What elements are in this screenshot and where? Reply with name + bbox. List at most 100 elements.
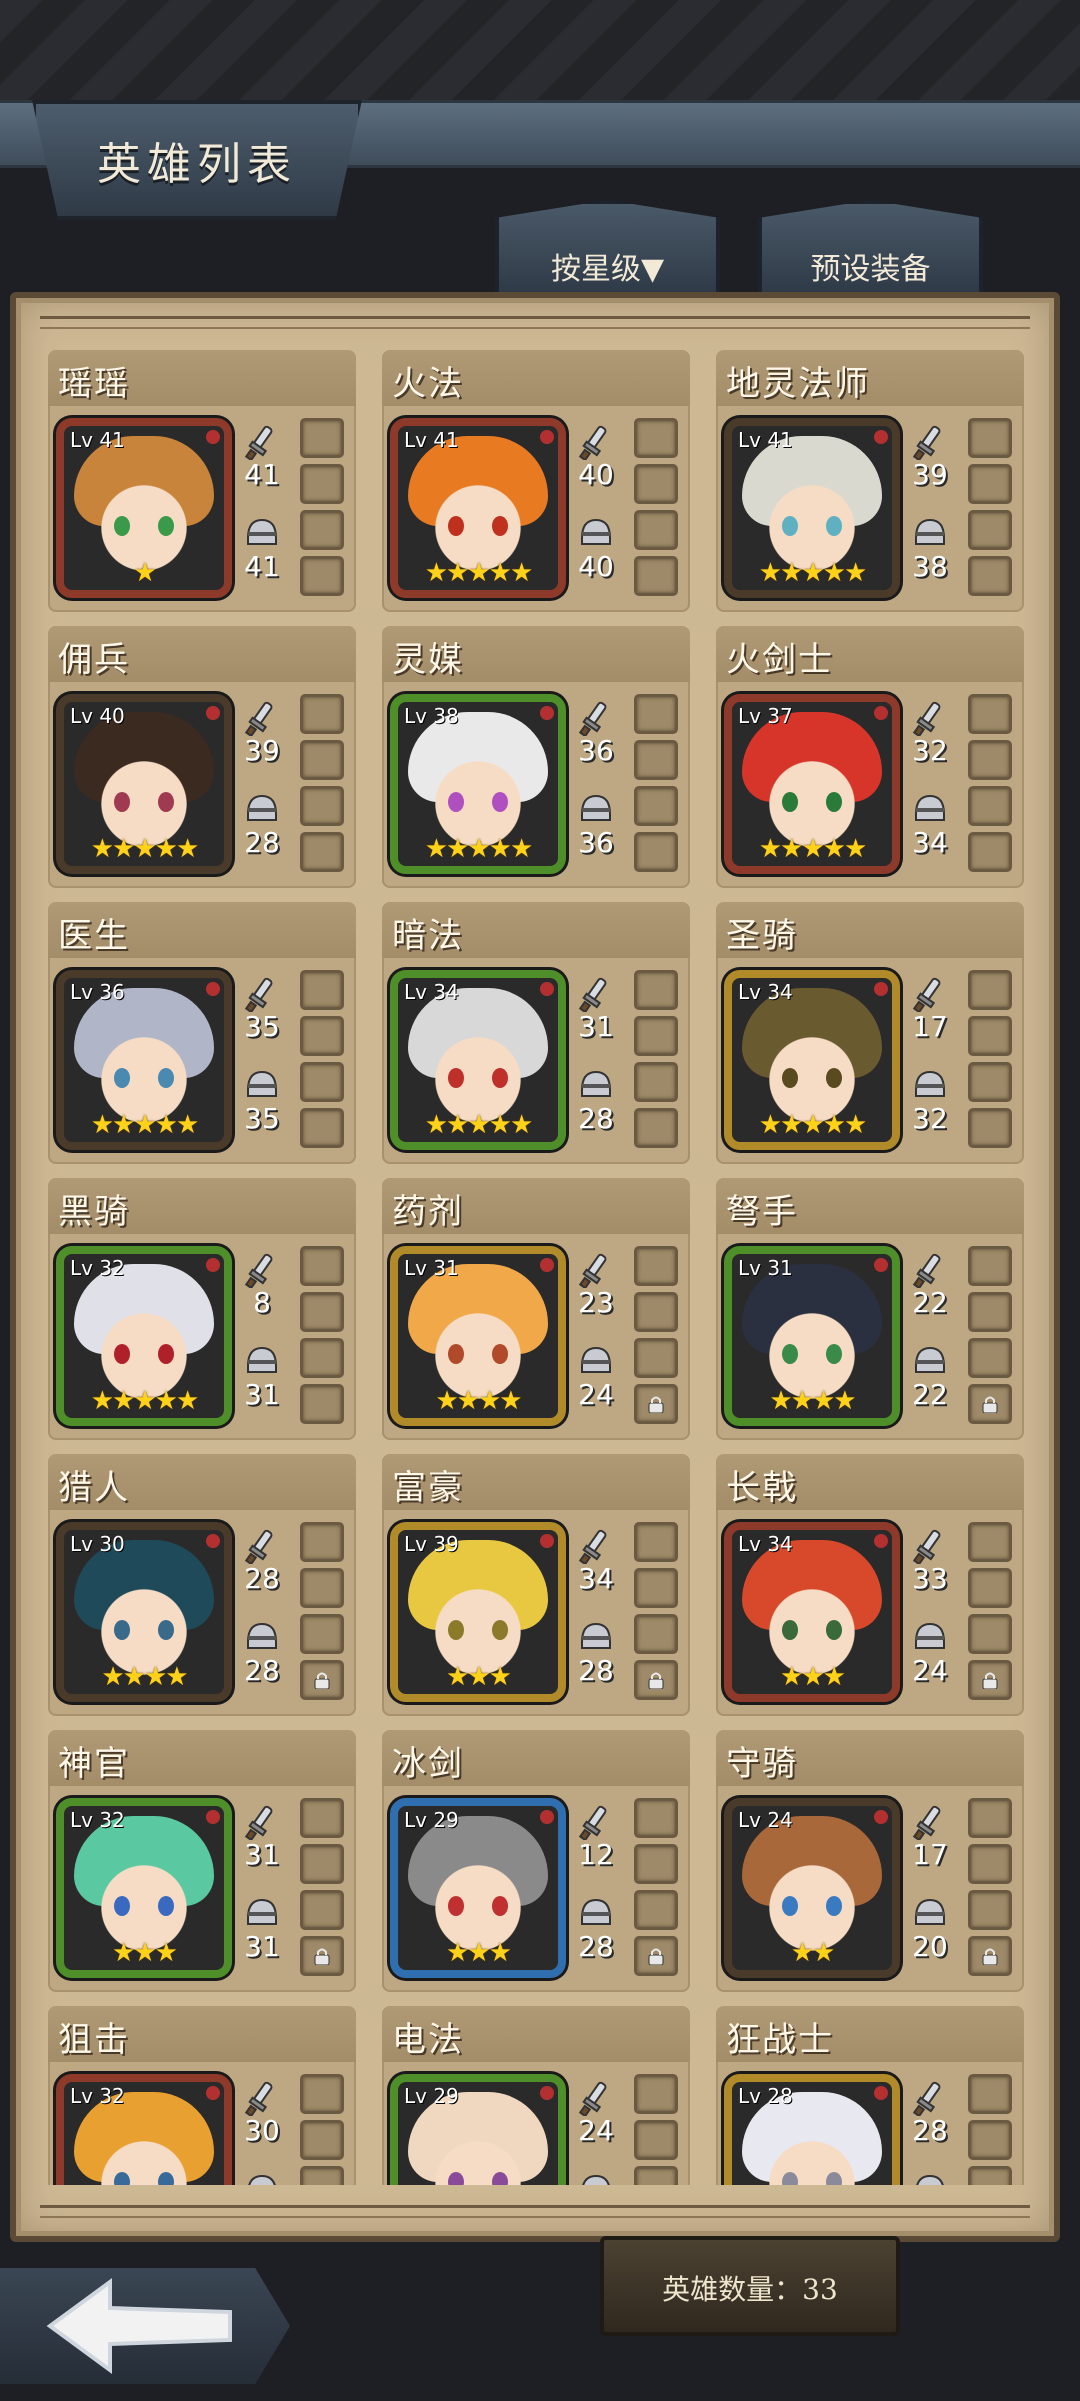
equipment-slot[interactable] bbox=[300, 1798, 344, 1838]
equipment-slot[interactable] bbox=[300, 510, 344, 550]
hero-card[interactable]: 暗法 Lv 34 ★★★★★ 31 28 bbox=[382, 902, 690, 1164]
hero-card[interactable]: 狙击 Lv 32 30 bbox=[48, 2006, 356, 2185]
hero-card[interactable]: 猎人 Lv 30 ★★★★ 28 28 bbox=[48, 1454, 356, 1716]
equipment-slot[interactable] bbox=[634, 1522, 678, 1562]
hero-card[interactable]: 瑶瑶 Lv 41 ★ 41 41 bbox=[48, 350, 356, 612]
equipment-slot[interactable] bbox=[300, 1614, 344, 1654]
equipment-slot[interactable] bbox=[300, 1016, 344, 1056]
equipment-slot[interactable] bbox=[968, 740, 1012, 780]
hero-portrait[interactable]: Lv 29 ★★★ bbox=[390, 1798, 566, 1978]
equipment-slot[interactable] bbox=[634, 1568, 678, 1608]
equipment-slot[interactable] bbox=[300, 1936, 344, 1976]
hero-portrait[interactable]: Lv 34 ★★★★★ bbox=[724, 970, 900, 1150]
hero-card[interactable]: 火剑士 Lv 37 ★★★★★ 32 34 bbox=[716, 626, 1024, 888]
equipment-slot[interactable] bbox=[968, 556, 1012, 596]
equipment-slot[interactable] bbox=[634, 1108, 678, 1148]
hero-card[interactable]: 地灵法师 Lv 41 ★★★★★ 39 38 bbox=[716, 350, 1024, 612]
hero-portrait[interactable]: Lv 29 bbox=[390, 2074, 566, 2185]
hero-card[interactable]: 守骑 Lv 24 ★★ 17 20 bbox=[716, 1730, 1024, 1992]
equipment-slot[interactable] bbox=[968, 1108, 1012, 1148]
equipment-slot[interactable] bbox=[634, 832, 678, 872]
equipment-slot[interactable] bbox=[300, 1384, 344, 1424]
hero-portrait[interactable]: Lv 40 ★★★★★ bbox=[56, 694, 232, 874]
equipment-slot[interactable] bbox=[300, 1246, 344, 1286]
equipment-slot[interactable] bbox=[968, 1246, 1012, 1286]
equipment-slot[interactable] bbox=[300, 2074, 344, 2114]
equipment-slot[interactable] bbox=[300, 1660, 344, 1700]
equipment-slot[interactable] bbox=[634, 740, 678, 780]
equipment-slot[interactable] bbox=[634, 970, 678, 1010]
equipment-slot[interactable] bbox=[634, 1384, 678, 1424]
sort-by-stars-tab[interactable]: 按星级▼ bbox=[495, 200, 720, 300]
equipment-slot[interactable] bbox=[634, 786, 678, 826]
hero-portrait[interactable]: Lv 32 ★★★ bbox=[56, 1798, 232, 1978]
equipment-slot[interactable] bbox=[634, 694, 678, 734]
equipment-slot[interactable] bbox=[634, 1936, 678, 1976]
equipment-slot[interactable] bbox=[300, 786, 344, 826]
hero-portrait[interactable]: Lv 30 ★★★★ bbox=[56, 1522, 232, 1702]
equipment-slot[interactable] bbox=[300, 694, 344, 734]
equipment-slot[interactable] bbox=[634, 510, 678, 550]
equipment-slot[interactable] bbox=[634, 2120, 678, 2160]
hero-portrait[interactable]: Lv 31 ★★★★ bbox=[390, 1246, 566, 1426]
hero-grid[interactable]: 瑶瑶 Lv 41 ★ 41 41 火法 Lv 41 ★★★★★ 40 40 地灵… bbox=[48, 350, 1033, 2185]
equipment-slot[interactable] bbox=[300, 1108, 344, 1148]
equipment-slot[interactable] bbox=[300, 464, 344, 504]
equipment-slot[interactable] bbox=[300, 832, 344, 872]
hero-card[interactable]: 黑骑 Lv 32 ★★★★★ 8 31 bbox=[48, 1178, 356, 1440]
equipment-slot[interactable] bbox=[300, 1062, 344, 1102]
hero-portrait[interactable]: Lv 39 ★★★ bbox=[390, 1522, 566, 1702]
equipment-slot[interactable] bbox=[634, 1016, 678, 1056]
equipment-slot[interactable] bbox=[634, 556, 678, 596]
equipment-slot[interactable] bbox=[968, 1614, 1012, 1654]
equipment-slot[interactable] bbox=[300, 2166, 344, 2185]
equipment-slot[interactable] bbox=[968, 1384, 1012, 1424]
hero-portrait[interactable]: Lv 34 ★★★ bbox=[724, 1522, 900, 1702]
equipment-slot[interactable] bbox=[300, 740, 344, 780]
equipment-slot[interactable] bbox=[968, 1936, 1012, 1976]
equipment-slot[interactable] bbox=[634, 2166, 678, 2185]
equipment-slot[interactable] bbox=[300, 1338, 344, 1378]
equipment-slot[interactable] bbox=[968, 1522, 1012, 1562]
hero-portrait[interactable]: Lv 32 bbox=[56, 2074, 232, 2185]
equipment-slot[interactable] bbox=[300, 2120, 344, 2160]
hero-card[interactable]: 神官 Lv 32 ★★★ 31 31 bbox=[48, 1730, 356, 1992]
equipment-slot[interactable] bbox=[634, 1338, 678, 1378]
equipment-slot[interactable] bbox=[968, 510, 1012, 550]
hero-portrait[interactable]: Lv 34 ★★★★★ bbox=[390, 970, 566, 1150]
equipment-slot[interactable] bbox=[968, 786, 1012, 826]
equipment-slot[interactable] bbox=[968, 464, 1012, 504]
hero-card[interactable]: 长戟 Lv 34 ★★★ 33 24 bbox=[716, 1454, 1024, 1716]
equipment-slot[interactable] bbox=[968, 1062, 1012, 1102]
equipment-slot[interactable] bbox=[968, 1338, 1012, 1378]
equipment-slot[interactable] bbox=[968, 2074, 1012, 2114]
hero-portrait[interactable]: Lv 41 ★★★★★ bbox=[390, 418, 566, 598]
equipment-slot[interactable] bbox=[968, 694, 1012, 734]
equipment-slot[interactable] bbox=[968, 1292, 1012, 1332]
equipment-slot[interactable] bbox=[300, 418, 344, 458]
hero-portrait[interactable]: Lv 38 ★★★★★ bbox=[390, 694, 566, 874]
hero-portrait[interactable]: Lv 28 bbox=[724, 2074, 900, 2185]
hero-portrait[interactable]: Lv 41 ★★★★★ bbox=[724, 418, 900, 598]
equipment-slot[interactable] bbox=[634, 418, 678, 458]
equipment-slot[interactable] bbox=[968, 1890, 1012, 1930]
equipment-slot[interactable] bbox=[968, 832, 1012, 872]
equipment-slot[interactable] bbox=[968, 418, 1012, 458]
equipment-slot[interactable] bbox=[968, 970, 1012, 1010]
hero-card[interactable]: 狂战士 Lv 28 28 bbox=[716, 2006, 1024, 2185]
equipment-slot[interactable] bbox=[634, 1798, 678, 1838]
back-button[interactable] bbox=[0, 2268, 290, 2384]
hero-card[interactable]: 火法 Lv 41 ★★★★★ 40 40 bbox=[382, 350, 690, 612]
equipment-slot[interactable] bbox=[634, 1292, 678, 1332]
hero-card[interactable]: 弩手 Lv 31 ★★★★ 22 22 bbox=[716, 1178, 1024, 1440]
equipment-slot[interactable] bbox=[968, 1798, 1012, 1838]
equipment-slot[interactable] bbox=[968, 1660, 1012, 1700]
hero-card[interactable]: 电法 Lv 29 24 bbox=[382, 2006, 690, 2185]
equipment-slot[interactable] bbox=[968, 2120, 1012, 2160]
equipment-slot[interactable] bbox=[634, 1660, 678, 1700]
hero-portrait[interactable]: Lv 24 ★★ bbox=[724, 1798, 900, 1978]
equipment-slot[interactable] bbox=[634, 2074, 678, 2114]
hero-portrait[interactable]: Lv 36 ★★★★★ bbox=[56, 970, 232, 1150]
hero-card[interactable]: 圣骑 Lv 34 ★★★★★ 17 32 bbox=[716, 902, 1024, 1164]
equipment-slot[interactable] bbox=[300, 970, 344, 1010]
